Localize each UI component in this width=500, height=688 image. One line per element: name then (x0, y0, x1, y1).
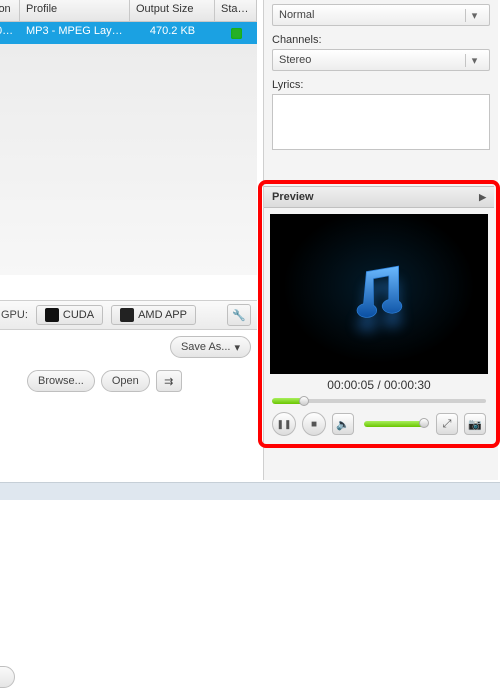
snapshot-button[interactable]: 📷 (464, 413, 486, 435)
amd-icon (120, 308, 134, 322)
chevron-down-icon: ▾ (234, 341, 240, 354)
seek-bar[interactable] (272, 396, 486, 406)
open-button[interactable]: Open (101, 370, 150, 392)
lyrics-textarea[interactable] (272, 94, 490, 150)
send-to-device-button[interactable]: ⇉ (156, 370, 182, 392)
settings-button[interactable]: 🔧 (227, 304, 251, 326)
preview-header[interactable]: Preview ▶ (264, 186, 494, 208)
quality-select[interactable]: Normal ▾ (272, 4, 490, 26)
camera-icon: 📷 (468, 418, 482, 431)
cell-size: 470.2 KB (130, 22, 215, 44)
col-output-size[interactable]: Output Size (130, 0, 215, 21)
stop-icon: ■ (311, 419, 317, 430)
chevron-down-icon: ▾ (465, 54, 483, 67)
status-bar (0, 482, 500, 500)
expand-icon: ⤢ (443, 418, 452, 431)
table-row[interactable]: 00:30 MP3 - MPEG Layer-… 470.2 KB (0, 22, 257, 44)
wrench-icon: 🔧 (232, 309, 246, 322)
preview-title: Preview (272, 191, 314, 203)
cuda-label: CUDA (63, 309, 94, 321)
stop-button[interactable]: ■ (302, 412, 326, 436)
save-as-button[interactable]: Save As... ▾ (170, 336, 251, 358)
cell-profile: MP3 - MPEG Layer-… (20, 22, 130, 44)
channels-label: Channels: (272, 34, 490, 46)
lyrics-label: Lyrics: (272, 79, 490, 91)
preview-time: 00:00:05 / 00:00:30 (264, 378, 494, 392)
left-footer: GPU: CUDA AMD APP 🔧 Save As... ▾ Browse.… (0, 300, 257, 398)
quality-value: Normal (279, 9, 314, 21)
chevron-down-icon: ▾ (465, 9, 483, 22)
volume-slider[interactable] (364, 421, 424, 427)
preview-section: Preview ▶ 00:00:05 / 00:00:30 ❚❚ ■ 🔈 ⤢ 📷 (264, 186, 494, 442)
mute-button[interactable]: 🔈 (332, 413, 354, 435)
preview-controls: ❚❚ ■ 🔈 ⤢ 📷 (264, 406, 494, 442)
file-table: ion Profile Output Size Status 00:30 MP3… (0, 0, 257, 275)
cell-status (215, 22, 257, 44)
col-status[interactable]: Status (215, 0, 257, 21)
open-label: Open (112, 375, 139, 387)
status-done-icon (231, 28, 242, 39)
path-dropdown[interactable] (0, 666, 15, 688)
chevron-right-icon: ▶ (479, 192, 486, 203)
fullscreen-button[interactable]: ⤢ (436, 413, 458, 435)
device-icon: ⇉ (164, 375, 173, 388)
seek-thumb[interactable] (299, 396, 309, 406)
col-profile[interactable]: Profile (20, 0, 130, 21)
speaker-icon: 🔈 (336, 418, 350, 431)
cell-duration: 00:30 (0, 22, 20, 44)
pause-icon: ❚❚ (276, 419, 291, 430)
gpu-label: GPU: (1, 309, 28, 321)
browse-label: Browse... (38, 375, 84, 387)
gpu-toolbar: GPU: CUDA AMD APP 🔧 (0, 300, 257, 330)
browse-button[interactable]: Browse... (27, 370, 95, 392)
save-as-label: Save As... (181, 341, 231, 353)
nvidia-icon (45, 308, 59, 322)
col-ion[interactable]: ion (0, 0, 20, 21)
amd-button[interactable]: AMD APP (111, 305, 196, 325)
music-note-icon (344, 259, 414, 329)
amd-label: AMD APP (138, 309, 187, 321)
table-header: ion Profile Output Size Status (0, 0, 257, 22)
channels-value: Stereo (279, 54, 311, 66)
volume-thumb[interactable] (419, 418, 429, 428)
preview-video[interactable] (270, 214, 488, 374)
channels-select[interactable]: Stereo ▾ (272, 49, 490, 71)
cuda-button[interactable]: CUDA (36, 305, 103, 325)
side-panel: Normal ▾ Channels: Stereo ▾ Lyrics: Prev… (263, 0, 498, 480)
pause-button[interactable]: ❚❚ (272, 412, 296, 436)
